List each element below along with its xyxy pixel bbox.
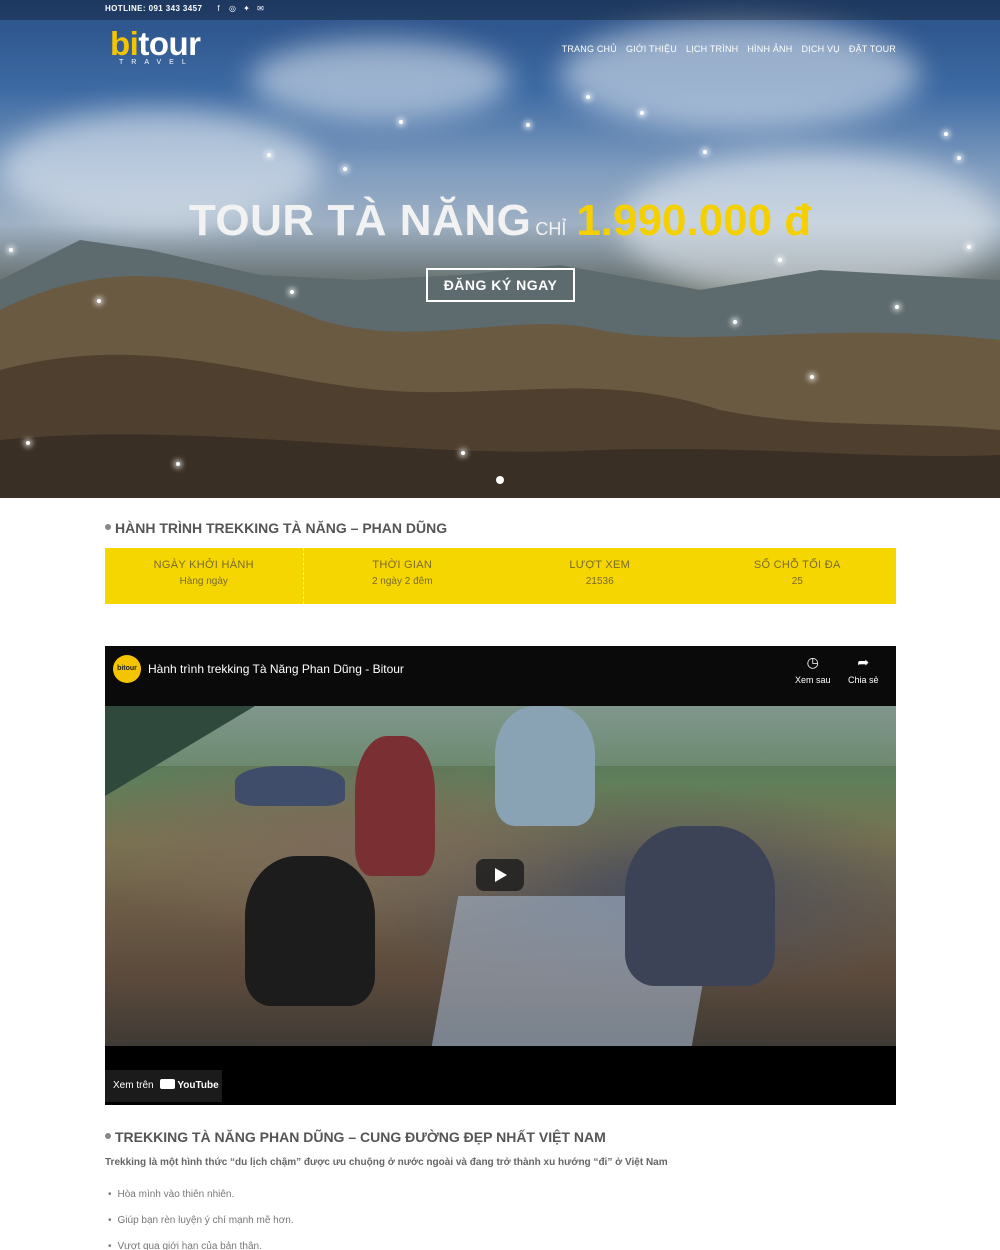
youtube-play-icon — [160, 1079, 176, 1090]
nav-home[interactable]: TRANG CHỦ — [562, 44, 617, 54]
firefly — [461, 451, 465, 455]
list-item: Hòa mình vào thiên nhiên. — [108, 1189, 294, 1200]
bullet-icon — [105, 524, 111, 531]
info-label: SỐ CHỖ TỐI ĐA — [753, 559, 841, 571]
clock-icon: ◷ — [806, 654, 819, 670]
slider-dot[interactable] — [496, 476, 504, 484]
share-icon: ➦ — [857, 654, 870, 670]
nav-about[interactable]: GIỚI THIỆU — [626, 44, 677, 54]
hero-price-prefix: CHỈ — [535, 219, 567, 239]
hero-price: 1.990.000 đ — [576, 196, 812, 245]
firefly — [895, 305, 899, 309]
info-capacity: SỐ CHỖ TỐI ĐA 25 — [699, 548, 897, 604]
thumbnail-person — [625, 826, 775, 986]
cloud — [250, 40, 510, 120]
firefly — [26, 441, 30, 445]
info-views: LƯỢT XEM 21536 — [501, 548, 699, 604]
cloud — [560, 20, 920, 130]
nav-gallery[interactable]: HÌNH ẢNH — [747, 44, 792, 54]
watch-later-button[interactable]: ◷ Xem sau — [795, 654, 831, 685]
info-value: 2 ngày 2 đêm — [371, 576, 433, 587]
thumbnail-person — [235, 766, 345, 806]
firefly — [526, 123, 530, 127]
top-bar: HOTLINE: 091 343 3457 f ◎ ✦ ✉ — [0, 0, 1000, 20]
firefly — [810, 375, 814, 379]
logo-tour: tour — [138, 25, 201, 62]
instagram-icon[interactable]: ◎ — [228, 4, 237, 13]
firefly — [703, 150, 707, 154]
watch-on-youtube-button[interactable]: Xem trên YouTube — [105, 1070, 222, 1102]
firefly — [733, 320, 737, 324]
main-nav: TRANG CHỦ GIỚI THIỆU LỊCH TRÌNH HÌNH ẢNH… — [562, 44, 896, 54]
article-section-title: TREKKING TÀ NĂNG PHAN DŨNG – CUNG ĐƯỜNG … — [105, 1129, 606, 1145]
benefit-list: Hòa mình vào thiên nhiên. Giúp bạn rèn l… — [108, 1189, 294, 1250]
hero-banner: HOTLINE: 091 343 3457 f ◎ ✦ ✉ bitour TRA… — [0, 0, 1000, 498]
info-value: Hàng ngày — [179, 576, 228, 587]
logo-bi: bi — [110, 25, 139, 62]
article-title-text: TREKKING TÀ NĂNG PHAN DŨNG – CUNG ĐƯỜNG … — [115, 1129, 606, 1145]
logo-tagline: TRAVEL — [119, 59, 194, 66]
trip-section-title: HÀNH TRÌNH TREKKING TÀ NĂNG – PHAN DŨNG — [105, 520, 447, 536]
firefly — [97, 299, 101, 303]
nav-booking[interactable]: ĐẶT TOUR — [849, 44, 896, 54]
video-header: bitour Hành trình trekking Tà Năng Phan … — [105, 646, 896, 706]
watch-on-label: Xem trên — [113, 1080, 154, 1091]
youtube-wordmark: YouTube — [177, 1080, 219, 1091]
firefly — [267, 153, 271, 157]
trip-info-bar: NGÀY KHỞI HÀNH Hàng ngày THỜI GIAN 2 ngà… — [105, 548, 896, 604]
register-button[interactable]: ĐĂNG KÝ NGAY — [426, 268, 575, 302]
info-departure: NGÀY KHỞI HÀNH Hàng ngày — [105, 548, 304, 604]
youtube-embed[interactable]: bitour Hành trình trekking Tà Năng Phan … — [105, 646, 896, 1105]
video-title[interactable]: Hành trình trekking Tà Năng Phan Dũng - … — [148, 662, 404, 676]
info-duration: THỜI GIAN 2 ngày 2 đêm — [304, 548, 502, 604]
firefly — [957, 156, 961, 160]
email-icon[interactable]: ✉ — [256, 4, 265, 13]
youtube-logo: YouTube — [160, 1070, 219, 1102]
thumbnail-person — [495, 706, 595, 826]
firefly — [586, 95, 590, 99]
channel-avatar[interactable]: bitour — [113, 655, 141, 683]
hero-title: TOUR TÀ NĂNG — [188, 196, 532, 245]
facebook-icon[interactable]: f — [214, 4, 223, 13]
thumbnail-person — [245, 856, 375, 1006]
mountain-landscape — [0, 240, 1000, 498]
firefly — [176, 462, 180, 466]
info-value: 21536 — [585, 576, 614, 587]
share-button[interactable]: ➦ Chia sẻ — [848, 654, 879, 685]
firefly — [343, 167, 347, 171]
firefly — [399, 120, 403, 124]
twitter-icon[interactable]: ✦ — [242, 4, 251, 13]
nav-services[interactable]: DỊCH VỤ — [801, 44, 839, 54]
logo-wordmark: bitour — [110, 25, 201, 62]
info-label: NGÀY KHỞI HÀNH — [153, 559, 254, 571]
firefly — [9, 248, 13, 252]
article-intro: Trekking là một hình thức “du lịch chậm”… — [105, 1157, 668, 1168]
list-item: Giúp bạn rèn luyện ý chí mạnh mẽ hơn. — [108, 1215, 294, 1226]
firefly — [944, 132, 948, 136]
info-label: THỜI GIAN — [372, 559, 433, 571]
info-value: 25 — [791, 576, 803, 587]
watch-later-label: Xem sau — [795, 675, 831, 685]
firefly — [778, 258, 782, 262]
logo[interactable]: bitour TRAVEL — [110, 25, 201, 67]
firefly — [640, 111, 644, 115]
hero-headline: TOUR TÀ NĂNG CHỈ 1.990.000 đ — [0, 196, 1000, 246]
list-item: Vượt qua giới hạn của bản thân. — [108, 1241, 294, 1250]
social-links: f ◎ ✦ ✉ — [214, 4, 265, 13]
nav-schedule[interactable]: LỊCH TRÌNH — [686, 44, 738, 54]
hotline-text: HOTLINE: 091 343 3457 — [105, 4, 203, 13]
bullet-icon — [105, 1133, 111, 1140]
share-label: Chia sẻ — [848, 675, 879, 685]
thumbnail-person — [355, 736, 435, 876]
trip-title-text: HÀNH TRÌNH TREKKING TÀ NĂNG – PHAN DŨNG — [115, 520, 448, 536]
info-label: LƯỢT XEM — [569, 559, 631, 571]
thumbnail-tent — [105, 706, 255, 796]
play-button[interactable] — [476, 859, 524, 891]
firefly — [290, 290, 294, 294]
